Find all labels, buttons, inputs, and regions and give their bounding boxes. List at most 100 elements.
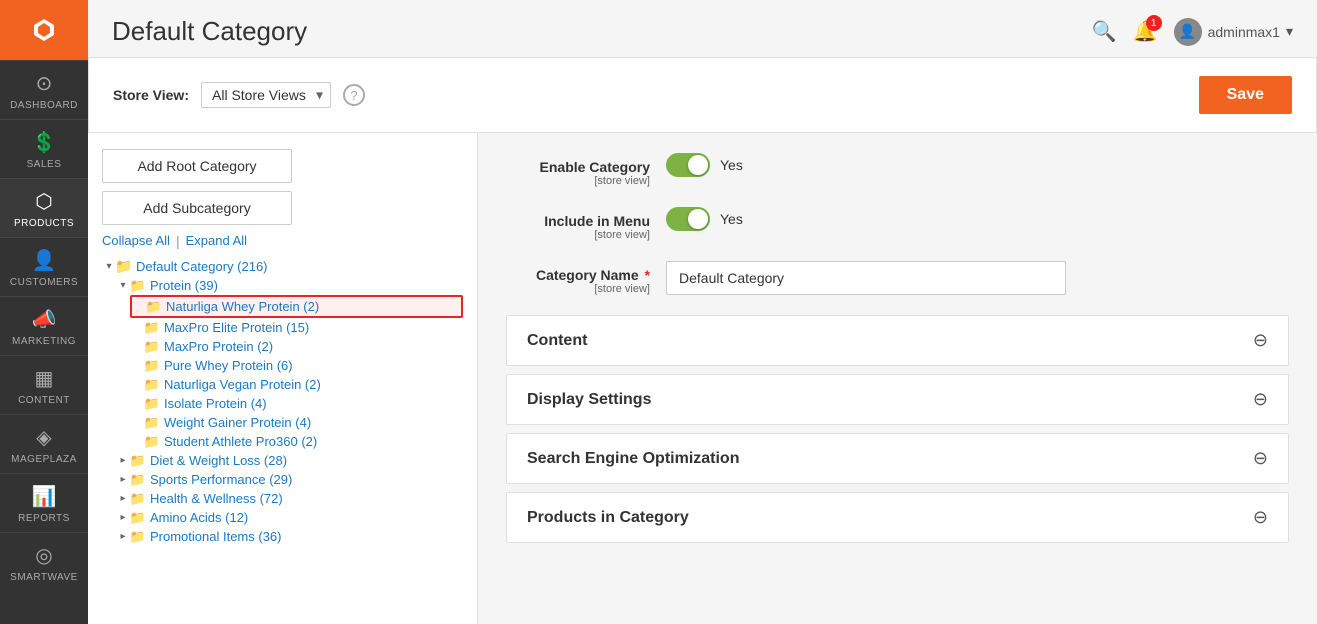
tree-item-sports[interactable]: ▸ 📁 Sports Performance (29) <box>116 470 463 489</box>
include-menu-label: Include in Menu [store view] <box>506 207 666 241</box>
tree-item-maxpro-elite[interactable]: 📁 MaxPro Elite Protein (15) <box>130 318 463 337</box>
include-menu-toggle[interactable] <box>666 207 710 231</box>
tree-folder-maxpro-elite: 📁 <box>144 321 160 335</box>
tree-label-weight-gainer[interactable]: Weight Gainer Protein (4) <box>164 415 311 430</box>
tree-item-pure-whey[interactable]: 📁 Pure Whey Protein (6) <box>130 356 463 375</box>
help-icon[interactable]: ? <box>343 84 365 106</box>
tree-item-student-athlete[interactable]: 📁 Student Athlete Pro360 (2) <box>130 432 463 451</box>
left-panel: Add Root Category Add Subcategory Collap… <box>88 133 478 624</box>
add-root-category-button[interactable]: Add Root Category <box>102 149 292 183</box>
include-store-view-sub: [store view] <box>506 229 650 241</box>
required-star: * <box>645 267 650 283</box>
mageplaza-icon: ◈ <box>36 425 51 450</box>
tree-label-pure-whey[interactable]: Pure Whey Protein (6) <box>164 358 293 373</box>
tree-item-naturliga-vegan[interactable]: 📁 Naturliga Vegan Protein (2) <box>130 375 463 394</box>
accordion-products-title: Products in Category <box>527 509 689 527</box>
save-button[interactable]: Save <box>1199 76 1292 114</box>
tree-label-whey[interactable]: Naturliga Whey Protein (2) <box>166 299 319 314</box>
accordion-display-header[interactable]: Display Settings ⊖ <box>507 375 1288 424</box>
sidebar-item-sales[interactable]: 💲 SALES <box>0 119 88 178</box>
tree-label-health[interactable]: Health & Wellness (72) <box>150 491 283 506</box>
accordion-content: Content ⊖ <box>506 315 1289 366</box>
content-area: Add Root Category Add Subcategory Collap… <box>88 133 1317 624</box>
collapse-all-link[interactable]: Collapse All <box>102 233 170 249</box>
separator: | <box>176 233 180 249</box>
tree-label-isolate[interactable]: Isolate Protein (4) <box>164 396 267 411</box>
tree-folder-root: 📁 <box>116 260 132 274</box>
sidebar-item-content-label: CONTENT <box>18 395 70 406</box>
tree-item-promotional[interactable]: ▸ 📁 Promotional Items (36) <box>116 527 463 546</box>
store-view-select[interactable]: All Store Views <box>201 82 331 108</box>
marketing-icon: 📣 <box>32 307 57 332</box>
right-panel: Enable Category [store view] Yes Include… <box>478 133 1317 624</box>
sidebar-item-mageplaza-label: MAGEPLAZA <box>11 454 77 465</box>
tree-label-root[interactable]: Default Category (216) <box>136 259 268 274</box>
tree-item-diet[interactable]: ▸ 📁 Diet & Weight Loss (28) <box>116 451 463 470</box>
tree-item-protein[interactable]: ▾ 📁 Protein (39) <box>116 276 463 295</box>
tree-item-weight-gainer[interactable]: 📁 Weight Gainer Protein (4) <box>130 413 463 432</box>
help-question-mark: ? <box>350 88 357 103</box>
sidebar-item-mageplaza[interactable]: ◈ MAGEPLAZA <box>0 414 88 473</box>
include-menu-row: Include in Menu [store view] Yes <box>506 207 1289 241</box>
tree-item-root[interactable]: ▾ 📁 Default Category (216) <box>102 257 463 276</box>
tree-label-student-athlete[interactable]: Student Athlete Pro360 (2) <box>164 434 317 449</box>
tree-label-amino[interactable]: Amino Acids (12) <box>150 510 248 525</box>
tree-children-protein: 📁 Naturliga Whey Protein (2) 📁 MaxPro El… <box>130 295 463 451</box>
category-name-control <box>666 261 1066 295</box>
reports-icon: 📊 <box>32 484 57 509</box>
category-tree: ▾ 📁 Default Category (216) ▾ 📁 Protein (… <box>102 257 463 546</box>
dashboard-icon: ⊙ <box>36 71 53 96</box>
accordion-display-title: Display Settings <box>527 391 651 409</box>
sidebar-item-reports[interactable]: 📊 REPORTS <box>0 473 88 532</box>
tree-label-diet[interactable]: Diet & Weight Loss (28) <box>150 453 287 468</box>
tree-item-amino[interactable]: ▸ 📁 Amino Acids (12) <box>116 508 463 527</box>
products-icon: ⬡ <box>35 189 52 214</box>
toggle-knob <box>688 155 708 175</box>
sidebar-item-customers-label: CUSTOMERS <box>10 277 78 288</box>
user-avatar: 👤 <box>1174 18 1202 46</box>
user-name: adminmax1 <box>1208 24 1280 40</box>
tree-expand-protein: ▾ <box>116 279 130 293</box>
page-title: Default Category <box>112 16 307 47</box>
tree-label-sports[interactable]: Sports Performance (29) <box>150 472 292 487</box>
tree-label-promotional[interactable]: Promotional Items (36) <box>150 529 282 544</box>
sidebar: ⊙ DASHBOARD 💲 SALES ⬡ PRODUCTS 👤 CUSTOME… <box>0 0 88 624</box>
enable-store-view-sub: [store view] <box>506 175 650 187</box>
accordion-content-header[interactable]: Content ⊖ <box>507 316 1288 365</box>
user-dropdown-arrow: ▾ <box>1286 23 1293 40</box>
sidebar-item-products[interactable]: ⬡ PRODUCTS <box>0 178 88 237</box>
notifications-button[interactable]: 🔔 1 <box>1133 19 1158 44</box>
accordion-products-arrow: ⊖ <box>1253 507 1268 528</box>
accordion-content-arrow: ⊖ <box>1253 330 1268 351</box>
sidebar-item-dashboard[interactable]: ⊙ DASHBOARD <box>0 60 88 119</box>
accordion-seo-arrow: ⊖ <box>1253 448 1268 469</box>
sidebar-item-reports-label: REPORTS <box>18 513 70 524</box>
tree-item-isolate[interactable]: 📁 Isolate Protein (4) <box>130 394 463 413</box>
enable-category-toggle[interactable] <box>666 153 710 177</box>
tree-label-protein[interactable]: Protein (39) <box>150 278 218 293</box>
tree-label-naturliga-vegan[interactable]: Naturliga Vegan Protein (2) <box>164 377 321 392</box>
tree-label-maxpro-elite[interactable]: MaxPro Elite Protein (15) <box>164 320 309 335</box>
category-name-input[interactable] <box>666 261 1066 295</box>
tree-folder-whey: 📁 <box>146 300 162 314</box>
sidebar-item-smartwave[interactable]: ◎ SMARTWAVE <box>0 532 88 591</box>
accordion-products-header[interactable]: Products in Category ⊖ <box>507 493 1288 542</box>
sidebar-item-customers[interactable]: 👤 CUSTOMERS <box>0 237 88 296</box>
expand-all-link[interactable]: Expand All <box>186 233 247 249</box>
tree-label-maxpro[interactable]: MaxPro Protein (2) <box>164 339 273 354</box>
sidebar-item-marketing[interactable]: 📣 MARKETING <box>0 296 88 355</box>
tree-item-maxpro[interactable]: 📁 MaxPro Protein (2) <box>130 337 463 356</box>
user-menu-button[interactable]: 👤 adminmax1 ▾ <box>1174 18 1293 46</box>
enable-category-value: Yes <box>720 157 743 173</box>
accordion-seo-header[interactable]: Search Engine Optimization ⊖ <box>507 434 1288 483</box>
accordion-content-title: Content <box>527 332 587 350</box>
customers-icon: 👤 <box>32 248 57 273</box>
sidebar-item-content[interactable]: ▦ CONTENT <box>0 355 88 414</box>
notification-badge: 1 <box>1146 15 1162 31</box>
sidebar-item-smartwave-label: SMARTWAVE <box>10 572 78 583</box>
add-subcategory-button[interactable]: Add Subcategory <box>102 191 292 225</box>
tree-item-health[interactable]: ▸ 📁 Health & Wellness (72) <box>116 489 463 508</box>
search-button[interactable]: 🔍 <box>1092 19 1117 44</box>
tree-item-naturliga-whey[interactable]: 📁 Naturliga Whey Protein (2) <box>130 295 463 318</box>
smartwave-icon: ◎ <box>35 543 52 568</box>
